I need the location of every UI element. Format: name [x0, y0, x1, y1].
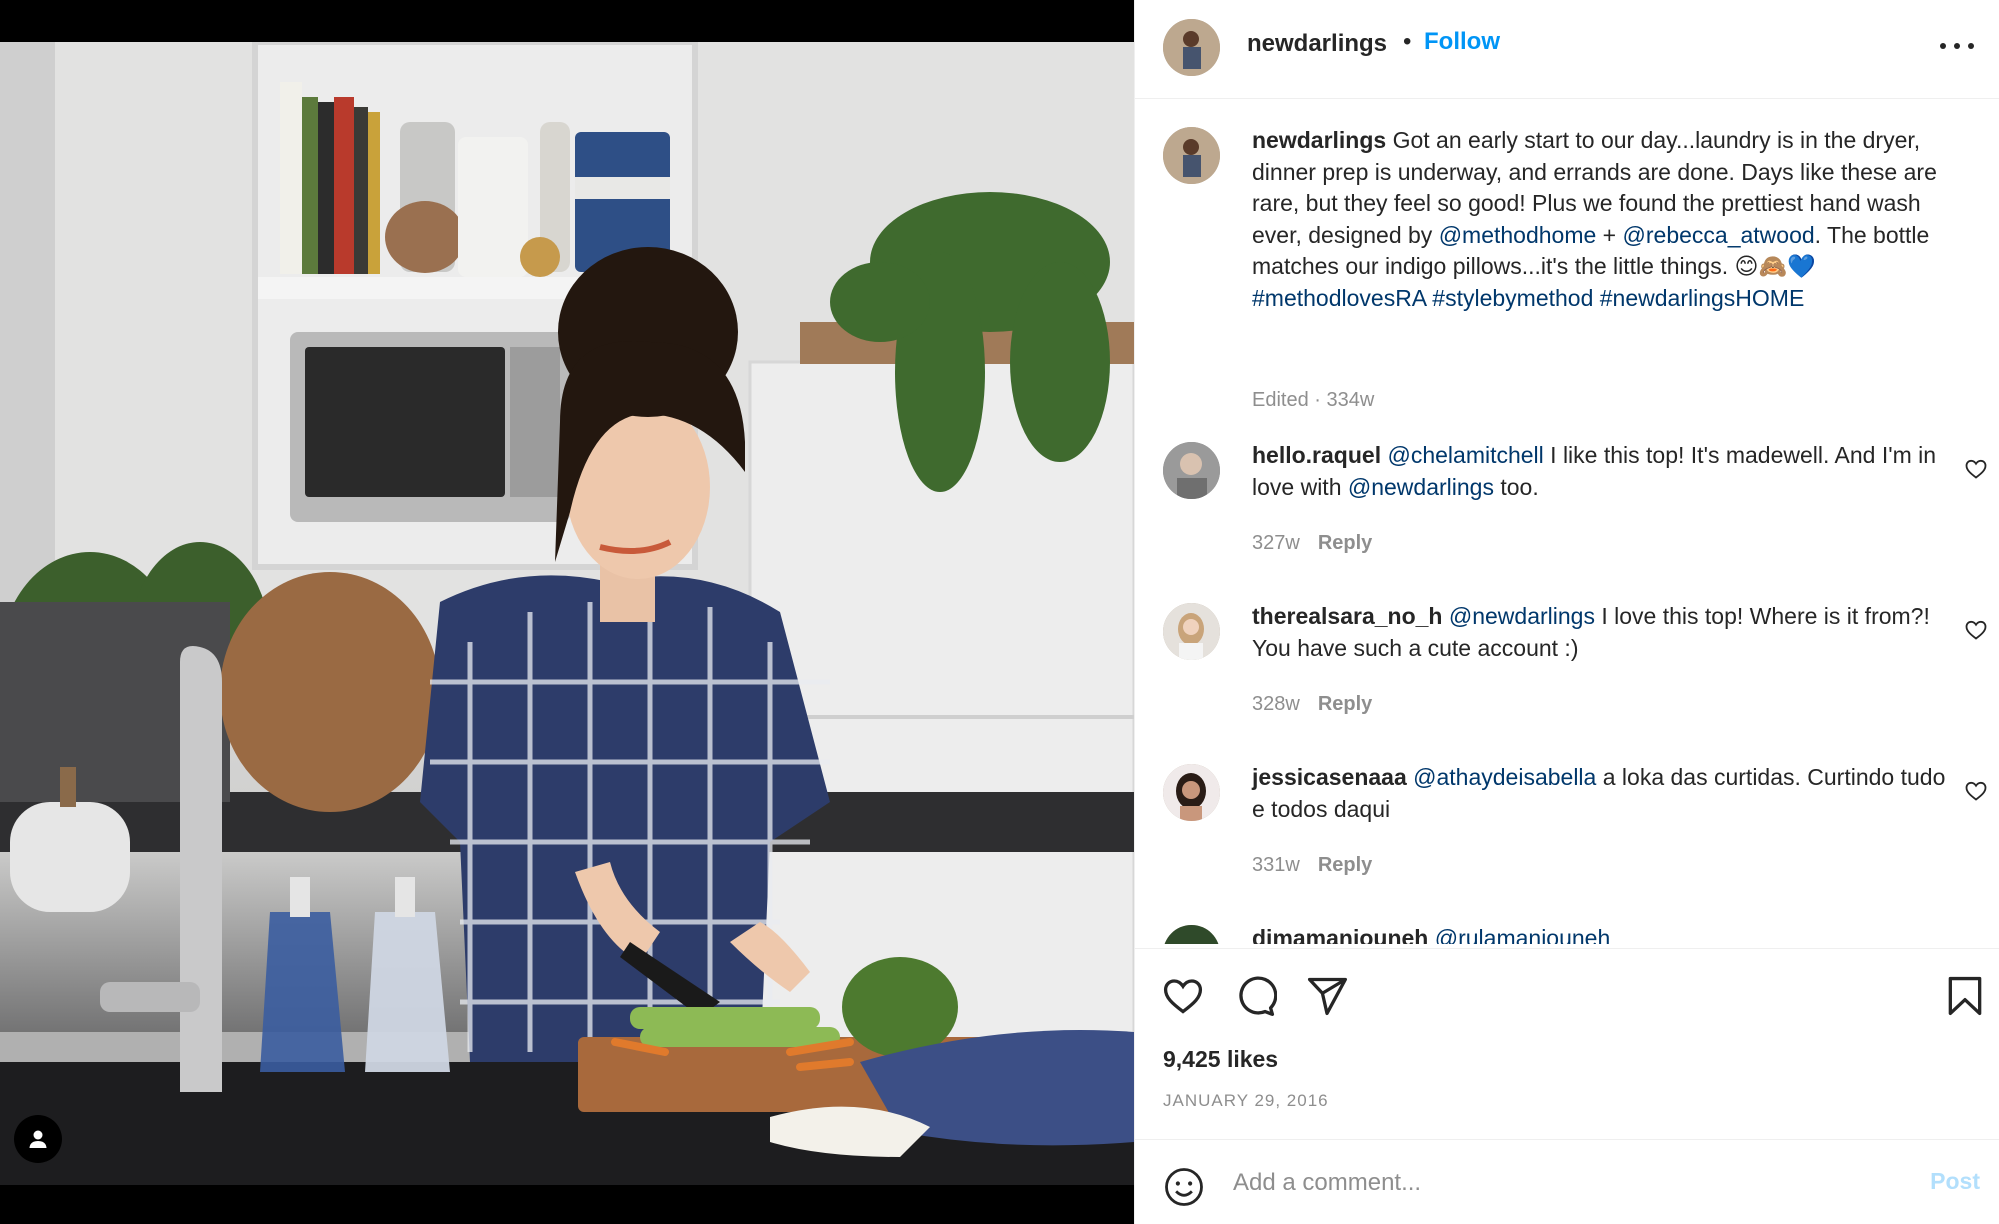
- comment-age: 327w: [1252, 532, 1300, 554]
- post-date: JANUARY 29, 2016: [1163, 1091, 1329, 1110]
- heart-icon[interactable]: [1964, 457, 1988, 481]
- kitchen-scene-illustration: [0, 42, 1134, 1185]
- tagged-users-button[interactable]: [14, 1115, 62, 1163]
- avatar-image: [1163, 925, 1220, 944]
- comment-body: too.: [1493, 473, 1539, 500]
- comment-icon[interactable]: [1233, 974, 1277, 1018]
- comments-scroll-area[interactable]: newdarlings Got an early start to our da…: [1135, 100, 1999, 944]
- avatar-image: [1163, 127, 1220, 184]
- mention-link[interactable]: @newdarlings: [1348, 474, 1494, 500]
- mention-link[interactable]: @methodhome: [1439, 222, 1597, 248]
- commenter-avatar[interactable]: [1163, 764, 1220, 821]
- likes-count[interactable]: 9,425 likes: [1163, 1046, 1278, 1073]
- avatar-image: [1163, 19, 1220, 76]
- comment-username[interactable]: jessicasenaaa: [1252, 764, 1407, 790]
- more-options-icon[interactable]: [1940, 34, 1974, 58]
- comment-username[interactable]: hello.raquel: [1252, 442, 1381, 468]
- hashtag-link[interactable]: #methodlovesRA: [1252, 285, 1426, 311]
- comment-meta: 328w Reply: [1252, 693, 1372, 716]
- mention-link[interactable]: @newdarlings: [1449, 603, 1595, 629]
- author-username[interactable]: newdarlings: [1247, 30, 1387, 58]
- comment-username[interactable]: therealsara_no_h: [1252, 603, 1442, 629]
- reply-button[interactable]: Reply: [1318, 854, 1372, 876]
- header-separator: •: [1403, 28, 1412, 55]
- caption-meta: Edited · 334w: [1252, 389, 1375, 411]
- post-media[interactable]: [0, 0, 1134, 1224]
- mention-link[interactable]: @rulamaniouneh: [1435, 925, 1611, 944]
- post-header: newdarlings • Follow: [1135, 0, 1999, 99]
- comment-composer: Post: [1135, 1139, 1999, 1224]
- paper-plane-icon[interactable]: [1305, 974, 1349, 1018]
- avatar-image: [1163, 764, 1220, 821]
- heart-icon[interactable]: [1964, 779, 1988, 803]
- commenter-avatar[interactable]: [1163, 442, 1220, 499]
- user-tag-icon: [29, 1130, 47, 1148]
- comment-input[interactable]: [1233, 1160, 1873, 1206]
- post-photo: [0, 42, 1134, 1185]
- post-comment-button[interactable]: Post: [1930, 1168, 1980, 1195]
- commenter-avatar[interactable]: [1163, 925, 1220, 944]
- comment-text: therealsara_no_h @newdarlings I love thi…: [1252, 601, 1952, 664]
- caption-text: newdarlings Got an early start to our da…: [1252, 125, 1952, 314]
- author-avatar[interactable]: [1163, 19, 1220, 76]
- caption-body: +: [1596, 221, 1623, 248]
- comment-age: 331w: [1252, 854, 1300, 876]
- post-detail-panel: newdarlings • Follow newdarlings Got an …: [1134, 0, 1999, 1224]
- hashtag-link[interactable]: #stylebymethod: [1432, 285, 1593, 311]
- caption-author-avatar[interactable]: [1163, 127, 1220, 184]
- follow-button[interactable]: Follow: [1424, 28, 1500, 56]
- mention-link[interactable]: @rebecca_atwood: [1623, 222, 1815, 248]
- comment-username[interactable]: dimamaniouneh: [1252, 925, 1428, 944]
- mention-link[interactable]: @athaydeisabella: [1413, 764, 1596, 790]
- heart-icon[interactable]: [1161, 974, 1205, 1018]
- heart-icon[interactable]: [1964, 618, 1988, 642]
- commenter-avatar[interactable]: [1163, 603, 1220, 660]
- comment-text: dimamaniouneh @rulamaniouneh: [1252, 923, 1952, 944]
- emoji-icon[interactable]: [1163, 1166, 1205, 1208]
- comment-age: 328w: [1252, 693, 1300, 715]
- caption-username[interactable]: newdarlings: [1252, 127, 1386, 153]
- avatar-image: [1163, 603, 1220, 660]
- bookmark-icon[interactable]: [1943, 974, 1987, 1018]
- avatar-image: [1163, 442, 1220, 499]
- comment-text: jessicasenaaa @athaydeisabella a loka da…: [1252, 762, 1952, 825]
- mention-link[interactable]: @chelamitchell: [1387, 442, 1543, 468]
- hashtag-link[interactable]: #newdarlingsHOME: [1600, 285, 1805, 311]
- post-actions: [1135, 948, 1999, 1018]
- reply-button[interactable]: Reply: [1318, 693, 1372, 715]
- reply-button[interactable]: Reply: [1318, 532, 1372, 554]
- comment-meta: 331w Reply: [1252, 854, 1372, 877]
- comment-text: hello.raquel @chelamitchell I like this …: [1252, 440, 1952, 503]
- comment-meta: 327w Reply: [1252, 532, 1372, 555]
